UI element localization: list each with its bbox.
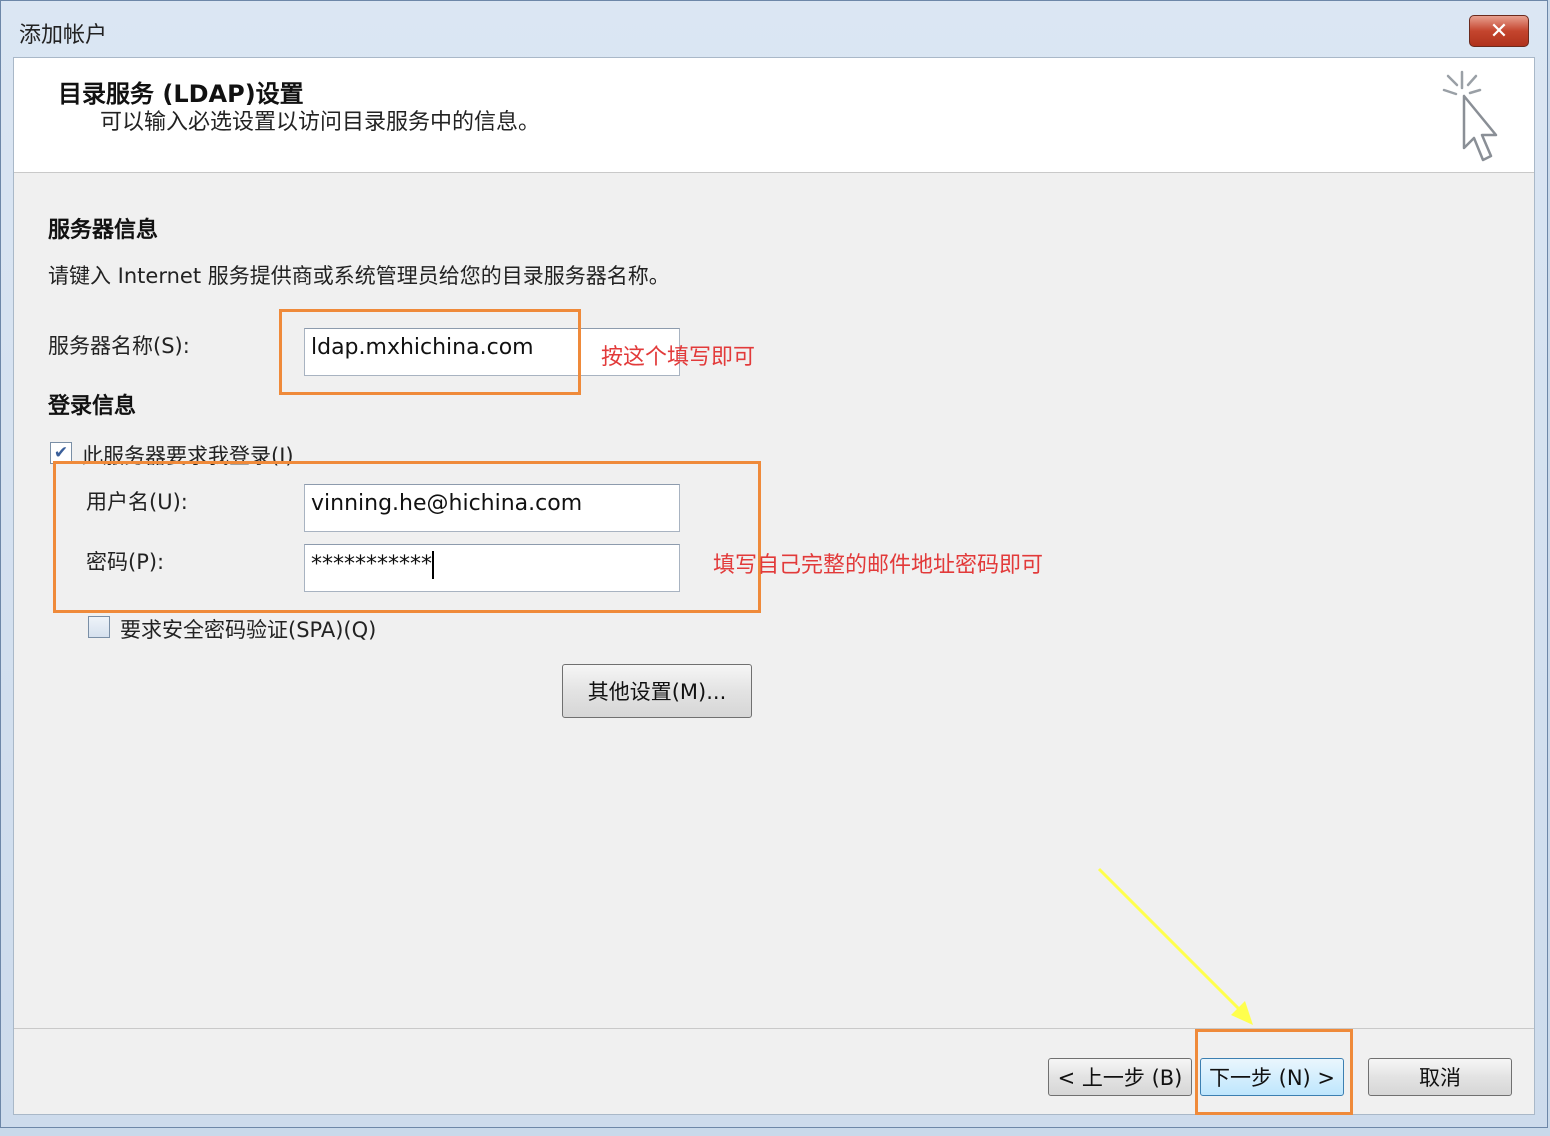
more-settings-button[interactable]: 其他设置(M)...: [562, 664, 752, 718]
page-subtitle: 可以输入必选设置以访问目录服务中的信息。: [100, 110, 541, 135]
title-bar[interactable]: 添加帐户 ✕: [1, 1, 1547, 57]
check-icon: ✔: [53, 442, 69, 463]
server-name-label: 服务器名称(S):: [48, 334, 190, 358]
server-info-title: 服务器信息: [48, 218, 159, 243]
add-account-window: 添加帐户 ✕ 目录服务 (LDAP)设置 可以输入必选设置以访问目录服务中的信息…: [0, 0, 1548, 1128]
annotation-arrow: [1097, 867, 1253, 1025]
close-icon: ✕: [1489, 18, 1509, 44]
close-button[interactable]: ✕: [1469, 15, 1529, 47]
server-info-description: 请键入 Internet 服务提供商或系统管理员给您的目录服务器名称。: [48, 264, 670, 288]
back-button[interactable]: < 上一步 (B): [1048, 1058, 1192, 1096]
annotation-credentials-box: [53, 461, 761, 613]
spa-label[interactable]: 要求安全密码验证(SPA)(Q): [120, 614, 376, 644]
annotation-next-box: [1195, 1029, 1353, 1115]
login-info-title: 登录信息: [48, 394, 137, 419]
cancel-button[interactable]: 取消: [1368, 1058, 1512, 1096]
wizard-header: 目录服务 (LDAP)设置 可以输入必选设置以访问目录服务中的信息。: [14, 58, 1534, 173]
annotation-credentials-note: 填写自己完整的邮件地址密码即可: [713, 553, 1044, 578]
spa-checkbox[interactable]: [88, 616, 110, 638]
cursor-sparkle-icon: [1442, 70, 1498, 162]
annotation-server-note: 按这个填写即可: [601, 345, 756, 370]
annotation-server-box: [279, 309, 581, 395]
window-title: 添加帐户: [19, 23, 108, 48]
